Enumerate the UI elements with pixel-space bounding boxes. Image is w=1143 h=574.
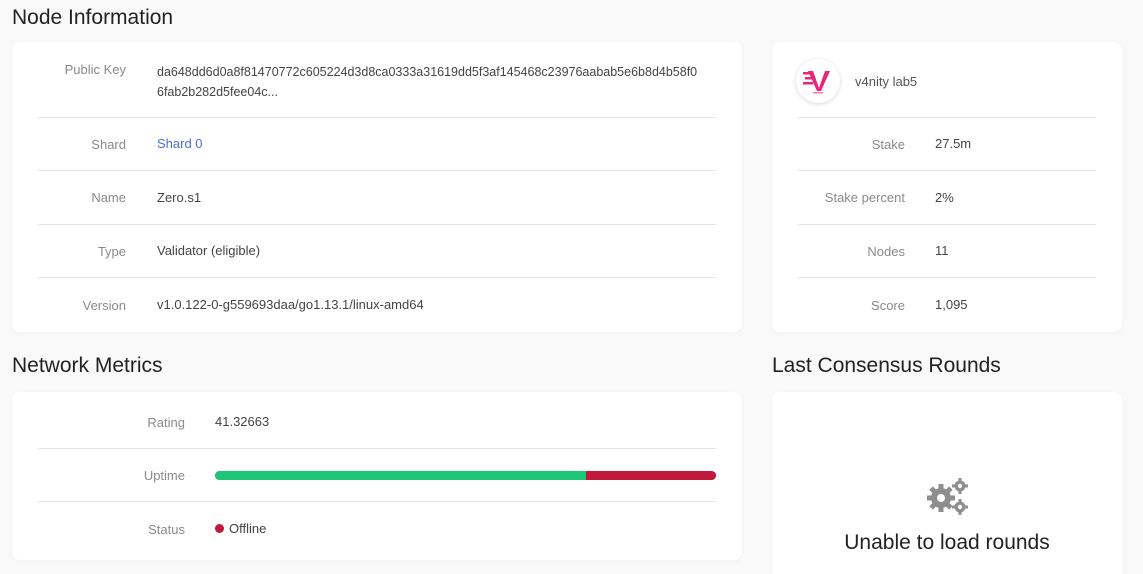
provider-avatar[interactable] <box>796 59 840 103</box>
status-label: Status <box>148 521 185 537</box>
provider-card: v4nity lab5 Stake 27.5m Stake percent 2%… <box>772 42 1122 332</box>
provider-header-divider <box>798 42 1096 118</box>
type-label: Type <box>97 243 126 259</box>
network-metrics-card: Rating 41.32663 Uptime Status Offline <box>12 392 742 560</box>
provider-name[interactable]: v4nity lab5 <box>855 74 917 89</box>
status-value: Offline <box>215 519 266 539</box>
uptime-label: Uptime <box>143 467 185 483</box>
score-value: 1,095 <box>935 297 968 312</box>
stake-percent-label: Stake percent <box>824 190 905 205</box>
public-key-row: Public Key da648dd6d0a8f81470772c605224d… <box>38 42 716 118</box>
version-label: Version <box>82 297 126 313</box>
type-value: Validator (eligible) <box>157 243 261 258</box>
stake-percent-value: 2% <box>935 189 954 205</box>
nodes-label: Nodes <box>867 243 905 259</box>
rating-value: 41.32663 <box>215 414 270 429</box>
public-key-line-1: da648dd6d0a8f81470772c605224d3d8ca0333a3… <box>157 65 698 79</box>
nodes-row: Nodes 11 <box>798 225 1096 278</box>
public-key-line-2: 6fab2b282d5fee04c... <box>157 85 278 99</box>
shard-link[interactable]: Shard 0 <box>157 134 203 154</box>
network-metrics-title: Network Metrics <box>12 354 163 377</box>
score-label: Score <box>871 297 905 313</box>
score-row: Score 1,095 <box>798 278 1096 332</box>
node-information-title: Node Information <box>12 6 174 29</box>
name-row: Name Zero.s1 <box>38 171 716 225</box>
stake-row: Stake 27.5m <box>798 118 1096 171</box>
version-row: Version v1.0.122-0-g559693daa/go1.13.1/l… <box>38 278 716 332</box>
type-row: Type Validator (eligible) <box>38 225 716 278</box>
status-dot-icon <box>215 524 224 534</box>
node-information-card: Public Key da648dd6d0a8f81470772c605224d… <box>12 42 742 332</box>
rating-row: Rating 41.32663 <box>38 396 716 449</box>
consensus-empty-state: Unable to load rounds <box>772 476 1122 555</box>
shard-label: Shard <box>91 136 126 152</box>
gears-icon <box>927 478 968 515</box>
v4nity-logo-icon <box>803 71 830 94</box>
uptime-bar[interactable] <box>215 470 716 480</box>
version-value: v1.0.122-0-g559693daa/go1.13.1/linux-amd… <box>157 297 424 312</box>
stake-percent-row: Stake percent 2% <box>798 171 1096 225</box>
uptime-down-segment <box>585 470 716 480</box>
consensus-rounds-title: Last Consensus Rounds <box>772 354 1001 377</box>
stake-value: 27.5m <box>935 136 972 151</box>
consensus-rounds-card: Unable to load rounds <box>772 392 1122 574</box>
status-text: Offline <box>229 521 267 536</box>
stake-label: Stake <box>871 136 905 152</box>
rating-label: Rating <box>147 414 185 430</box>
status-row: Status Offline <box>38 502 716 556</box>
shard-row: Shard Shard 0 <box>38 118 716 171</box>
public-key-value[interactable]: da648dd6d0a8f81470772c605224d3d8ca0333a3… <box>157 62 697 102</box>
nodes-value: 11 <box>935 243 949 258</box>
uptime-row: Uptime <box>38 449 716 502</box>
uptime-up-segment <box>215 470 586 480</box>
name-value: Zero.s1 <box>157 189 202 205</box>
name-label: Name <box>91 190 126 205</box>
consensus-empty-message: Unable to load rounds <box>844 531 1050 554</box>
public-key-label: Public Key <box>64 62 126 77</box>
